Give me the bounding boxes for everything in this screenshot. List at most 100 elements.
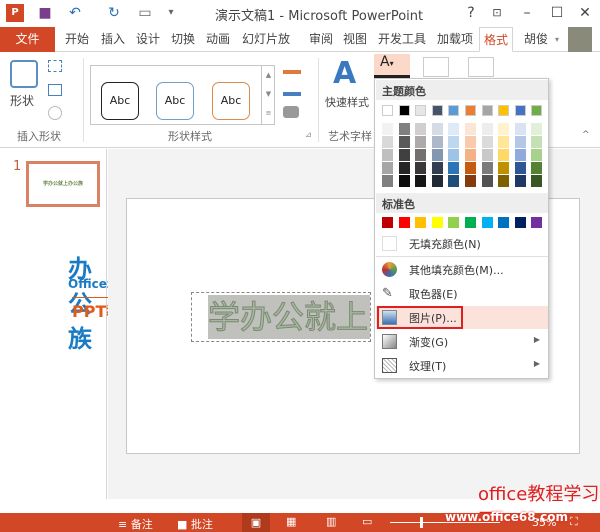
arrange-icon[interactable] <box>423 57 449 77</box>
size-icon[interactable] <box>468 57 494 77</box>
theme-color-swatch[interactable] <box>465 105 476 116</box>
tab-transitions[interactable]: 切换 <box>167 27 199 52</box>
ribbon-display-options-icon[interactable]: ⊡ <box>488 4 506 22</box>
tab-format[interactable]: 格式 <box>479 27 514 52</box>
user-name[interactable]: 胡俊 <box>520 27 552 52</box>
standard-color-swatch[interactable] <box>431 217 443 228</box>
standard-color-swatch[interactable] <box>465 217 476 228</box>
more-fill-colors-item[interactable]: 其他填充颜色(M)... <box>376 258 548 281</box>
standard-color-swatch[interactable] <box>382 217 393 228</box>
theme-shade-swatch[interactable] <box>531 162 543 174</box>
theme-shade-swatch[interactable] <box>415 136 427 148</box>
tab-view[interactable]: 视图 <box>339 27 371 52</box>
standard-color-swatch[interactable] <box>398 217 410 228</box>
tab-home[interactable]: 开始 <box>61 27 93 52</box>
slide-sorter-icon[interactable]: ▦ <box>286 515 296 528</box>
theme-color-swatch[interactable] <box>481 105 493 116</box>
standard-color-swatch[interactable] <box>531 217 543 228</box>
slide-title-text[interactable]: 学办公就上 <box>208 295 370 339</box>
tab-animations[interactable]: 动画 <box>202 27 234 52</box>
theme-shade-swatch[interactable] <box>498 136 510 148</box>
shape-style-black[interactable]: Abc <box>101 82 139 120</box>
undo-icon[interactable]: ↶ <box>66 4 84 22</box>
fit-to-window-icon[interactable]: ⛶ <box>570 515 578 529</box>
customize-qat-icon[interactable]: ▾ <box>162 4 180 22</box>
theme-shade-swatch[interactable] <box>481 136 493 148</box>
merge-shapes-icon[interactable] <box>48 106 62 120</box>
theme-shade-swatch[interactable] <box>481 149 493 161</box>
theme-shade-swatch[interactable] <box>465 149 476 161</box>
theme-shade-swatch[interactable] <box>514 175 526 187</box>
theme-shade-swatch[interactable] <box>465 136 476 148</box>
theme-shade-swatch[interactable] <box>382 175 393 187</box>
theme-shade-swatch[interactable] <box>448 162 460 174</box>
theme-shade-swatch[interactable] <box>498 162 510 174</box>
avatar[interactable] <box>568 27 592 52</box>
tab-file[interactable]: 文件 <box>0 27 55 52</box>
comments-button[interactable]: ■ 批注 <box>177 516 213 532</box>
theme-shade-swatch[interactable] <box>448 149 460 161</box>
shape-outline-icon[interactable] <box>283 82 301 96</box>
theme-shade-swatch[interactable] <box>382 162 393 174</box>
shape-fill-icon[interactable] <box>283 60 301 74</box>
theme-shade-swatch[interactable] <box>514 162 526 174</box>
maximize-icon[interactable]: ☐ <box>548 4 566 22</box>
theme-shade-swatch[interactable] <box>531 175 543 187</box>
shape-effects-icon[interactable] <box>283 106 299 118</box>
reading-view-icon[interactable]: ▥ <box>326 515 336 528</box>
theme-shade-swatch[interactable] <box>431 175 443 187</box>
theme-shade-swatch[interactable] <box>431 136 443 148</box>
eyedropper-item[interactable]: ✎ 取色器(E) <box>376 282 548 305</box>
theme-color-swatch[interactable] <box>448 105 460 116</box>
text-fill-button[interactable]: A▾ <box>374 54 410 78</box>
theme-shade-swatch[interactable] <box>498 149 510 161</box>
theme-shade-swatch[interactable] <box>514 123 526 135</box>
theme-color-swatch[interactable] <box>498 105 510 116</box>
picture-fill-item[interactable]: 图片(P)... <box>376 306 548 329</box>
theme-shade-swatch[interactable] <box>498 175 510 187</box>
theme-shade-swatch[interactable] <box>431 123 443 135</box>
theme-shade-swatch[interactable] <box>481 162 493 174</box>
theme-shade-swatch[interactable] <box>514 136 526 148</box>
shapes-icon[interactable] <box>10 60 38 88</box>
theme-shade-swatch[interactable] <box>398 162 410 174</box>
theme-color-swatch[interactable] <box>431 105 443 116</box>
no-fill-item[interactable]: 无填充颜色(N) <box>376 232 548 255</box>
theme-shade-swatch[interactable] <box>398 149 410 161</box>
zoom-slider-thumb[interactable] <box>420 517 423 528</box>
standard-color-swatch[interactable] <box>481 217 493 228</box>
theme-shade-swatch[interactable] <box>531 136 543 148</box>
normal-view-icon[interactable]: ▣ <box>242 513 270 532</box>
theme-color-swatch[interactable] <box>398 105 410 116</box>
theme-shade-swatch[interactable] <box>448 175 460 187</box>
theme-shade-swatch[interactable] <box>498 123 510 135</box>
shape-style-blue[interactable]: Abc <box>156 82 194 120</box>
text-box-selected[interactable]: 学办公就上 <box>191 292 371 342</box>
zoom-level[interactable]: 35% <box>532 516 556 529</box>
theme-shade-swatch[interactable] <box>481 123 493 135</box>
tab-addins[interactable]: 加载项 <box>433 27 477 52</box>
help-button[interactable]: ? <box>462 4 480 22</box>
notes-button[interactable]: ≡ 备注 <box>118 516 153 532</box>
theme-shade-swatch[interactable] <box>398 123 410 135</box>
theme-shade-swatch[interactable] <box>448 123 460 135</box>
standard-color-swatch[interactable] <box>498 217 510 228</box>
user-dropdown-icon[interactable]: ▾ <box>555 35 559 44</box>
theme-shade-swatch[interactable] <box>465 162 476 174</box>
theme-shade-swatch[interactable] <box>415 123 427 135</box>
theme-color-swatch[interactable] <box>514 105 526 116</box>
theme-shade-swatch[interactable] <box>448 136 460 148</box>
theme-shade-swatch[interactable] <box>514 149 526 161</box>
text-box-icon[interactable] <box>48 84 62 96</box>
theme-shade-swatch[interactable] <box>431 162 443 174</box>
edit-shape-icon[interactable] <box>48 60 62 72</box>
theme-shade-swatch[interactable] <box>465 123 476 135</box>
theme-shade-swatch[interactable] <box>415 162 427 174</box>
shapes-button-label[interactable]: 形状 <box>10 92 34 109</box>
dialog-launcher-icon[interactable]: ⊿ <box>305 130 312 139</box>
theme-shade-swatch[interactable] <box>398 175 410 187</box>
tab-design[interactable]: 设计 <box>132 27 164 52</box>
slideshow-start-icon[interactable]: ▭ <box>136 4 154 22</box>
slide-thumbnail[interactable]: 学办公就上办公族 <box>26 161 100 207</box>
theme-color-swatch[interactable] <box>382 105 393 116</box>
